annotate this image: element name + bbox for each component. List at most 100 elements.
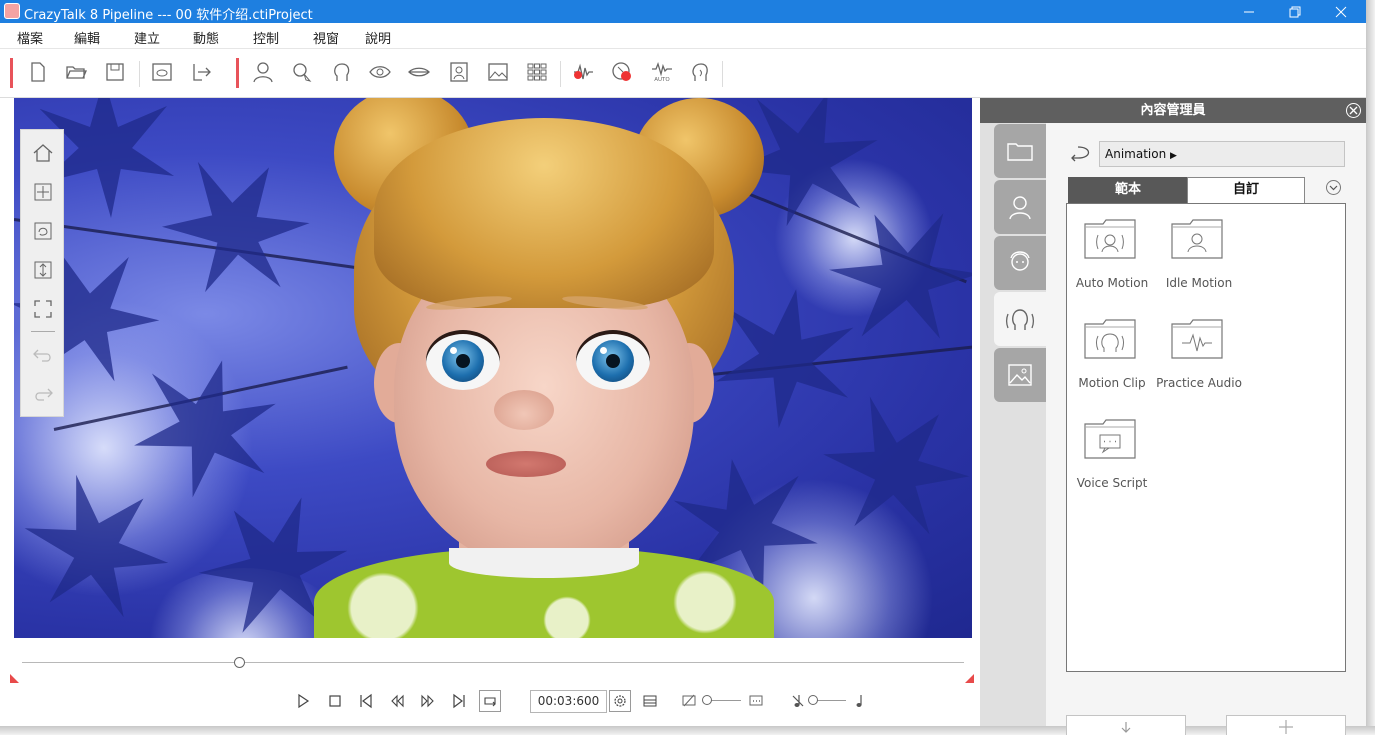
undo-view-button[interactable] (30, 342, 56, 368)
fit-view-button[interactable] (30, 296, 56, 322)
first-frame-button[interactable] (355, 690, 377, 712)
menu-window[interactable]: 視窗 (313, 28, 339, 47)
stage-viewport[interactable] (14, 98, 972, 638)
open-folder-icon (66, 66, 87, 79)
playback-settings-button[interactable] (609, 690, 631, 712)
volume-slider-knob[interactable] (702, 695, 712, 705)
timeline-playhead[interactable] (233, 657, 245, 668)
auto-motion-button[interactable]: AUTO (650, 60, 674, 84)
library-item-voice-script[interactable]: Voice Script (1067, 404, 1157, 494)
side-tab-project[interactable] (994, 124, 1046, 178)
menu-help[interactable]: 說明 (365, 28, 391, 47)
tab-custom[interactable]: 自訂 (1187, 177, 1305, 203)
back-arrow-icon[interactable] (1070, 143, 1096, 163)
portrait-button[interactable] (447, 60, 471, 84)
toolbar-marker (236, 58, 239, 88)
actor-button[interactable] (251, 60, 275, 84)
stop-button[interactable] (324, 690, 346, 712)
content-manager-close-button[interactable] (1346, 103, 1361, 118)
new-project-button[interactable] (26, 60, 50, 84)
add-button[interactable] (1226, 715, 1346, 735)
home-icon (33, 144, 53, 162)
preview-button[interactable] (150, 60, 174, 84)
play-button[interactable] (292, 690, 314, 712)
redo-view-button[interactable] (30, 381, 56, 407)
music-slider-knob[interactable] (808, 695, 818, 705)
window-title: CrazyTalk 8 Pipeline --- 00 软件介绍.ctiProj… (24, 8, 313, 23)
mouth-button[interactable] (407, 60, 431, 84)
timeline-button[interactable] (639, 690, 661, 712)
window-shadow (1366, 0, 1375, 735)
mute-button[interactable] (787, 690, 809, 712)
side-tab-animation[interactable] (994, 292, 1046, 346)
subtitle-button[interactable] (745, 690, 767, 712)
save-project-button[interactable] (103, 60, 127, 84)
face-fitting-button[interactable] (290, 60, 314, 84)
zoom-view-button[interactable] (30, 257, 56, 283)
title-bar: CrazyTalk 8 Pipeline --- 00 软件介绍.ctiProj… (0, 0, 1366, 23)
move-view-button[interactable] (30, 179, 56, 205)
next-frame-button[interactable] (417, 690, 439, 712)
view-options-button[interactable] (1326, 180, 1341, 195)
open-project-button[interactable] (64, 60, 88, 84)
side-tab-face[interactable] (994, 236, 1046, 290)
close-button[interactable] (1318, 0, 1364, 23)
save-icon (106, 63, 124, 81)
menu-create[interactable]: 建立 (134, 28, 160, 47)
menu-edit[interactable]: 編輯 (74, 28, 100, 47)
menu-animation[interactable]: 動態 (193, 28, 219, 47)
mouth (486, 451, 566, 477)
menu-control[interactable]: 控制 (253, 28, 279, 47)
export-button[interactable] (189, 60, 213, 84)
motion-clip-folder-icon (1084, 319, 1136, 359)
music-button[interactable] (848, 690, 870, 712)
time-display[interactable]: 00:03:600 (530, 690, 607, 713)
library-item-practice-audio[interactable]: Practice Audio (1154, 304, 1244, 394)
restore-button[interactable] (1272, 0, 1318, 23)
background-image-button[interactable] (486, 60, 510, 84)
grid-button[interactable] (525, 60, 549, 84)
character-avatar[interactable] (314, 98, 774, 638)
collar (449, 548, 639, 578)
music-mute-icon (792, 695, 804, 707)
undo-icon (33, 349, 51, 362)
timeline-start-marker[interactable] (10, 674, 19, 683)
head-button[interactable] (330, 60, 354, 84)
svg-text:AUTO: AUTO (654, 77, 670, 83)
step-forward-icon (421, 694, 434, 708)
menu-file[interactable]: 檔案 (17, 28, 43, 47)
record-motion-button[interactable] (610, 60, 634, 84)
nose (494, 390, 554, 430)
subtitle-off-button[interactable] (678, 690, 700, 712)
camera-navigation-panel (20, 129, 64, 417)
talking-head-icon (692, 63, 708, 81)
voice-script-folder-icon (1084, 419, 1136, 459)
content-path[interactable]: Animation ▶ (1099, 141, 1345, 167)
timeline-track[interactable] (22, 662, 964, 663)
library-item-idle-motion[interactable]: Idle Motion (1154, 204, 1244, 294)
stop-icon (329, 695, 341, 707)
side-tab-actor[interactable] (994, 180, 1046, 234)
loop-button[interactable] (479, 690, 501, 712)
close-icon (1335, 6, 1347, 17)
play-icon (298, 693, 310, 709)
library-item-label: Idle Motion (1165, 276, 1233, 290)
tab-template[interactable]: 範本 (1068, 177, 1188, 203)
minimize-button[interactable] (1226, 0, 1272, 23)
content-library-grid: Auto Motion Idle Motion Motion Clip Prac… (1066, 203, 1346, 672)
rotate-view-button[interactable] (30, 218, 56, 244)
auto-motion-icon: AUTO (652, 62, 672, 83)
plus-icon (1279, 720, 1293, 734)
eye-right (576, 330, 650, 390)
library-item-motion-clip[interactable]: Motion Clip (1067, 304, 1157, 394)
talking-head-button[interactable] (689, 60, 713, 84)
side-tab-scene[interactable] (994, 348, 1046, 402)
voice-record-button[interactable] (571, 60, 595, 84)
library-item-auto-motion[interactable]: Auto Motion (1067, 204, 1157, 294)
timeline-end-marker[interactable] (965, 674, 974, 683)
eye-button[interactable] (368, 60, 392, 84)
last-frame-button[interactable] (448, 690, 470, 712)
previous-frame-button[interactable] (386, 690, 408, 712)
apply-button[interactable] (1066, 715, 1186, 735)
home-view-button[interactable] (30, 140, 56, 166)
